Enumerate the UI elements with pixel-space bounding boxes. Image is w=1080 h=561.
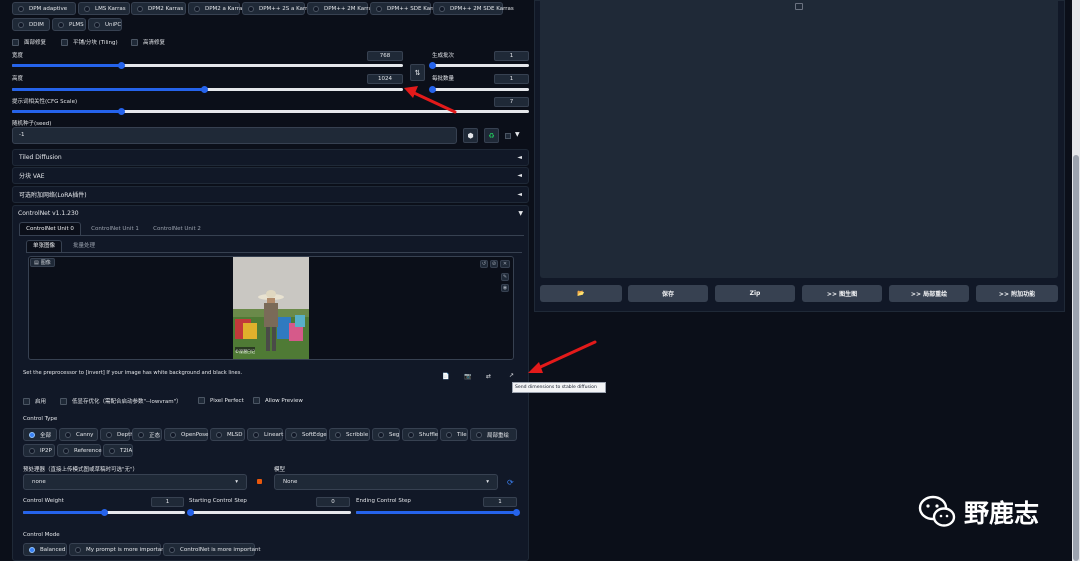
- red-arrow-height: [404, 86, 457, 114]
- red-arrow-send-dimensions: [528, 340, 597, 373]
- annotation-arrows: [404, 86, 597, 373]
